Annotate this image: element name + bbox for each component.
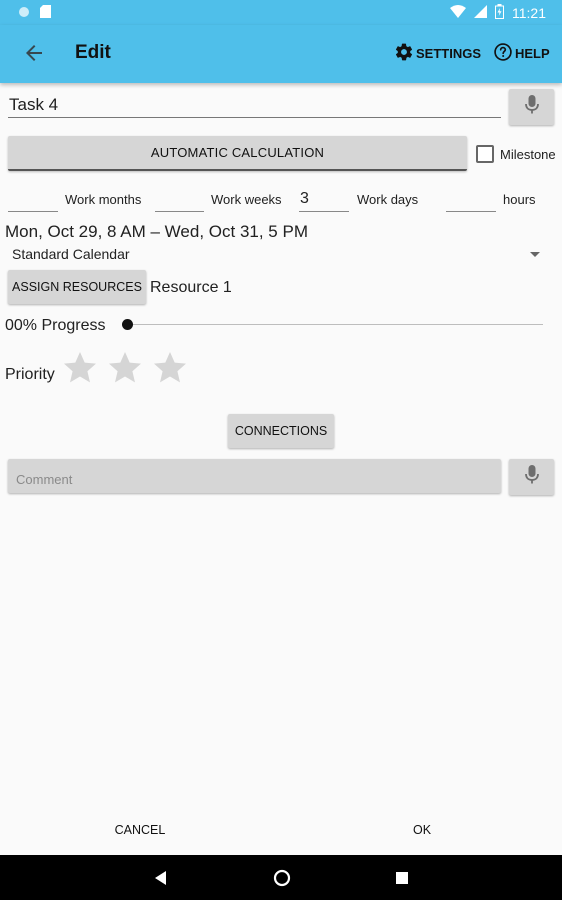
work-hours-input[interactable] — [446, 187, 496, 212]
gear-icon — [394, 42, 414, 65]
priority-label: Priority — [5, 366, 55, 383]
battery-icon — [495, 4, 504, 22]
settings-button[interactable]: SETTINGS — [394, 42, 481, 65]
help-label: HELP — [515, 46, 550, 61]
progress-track — [127, 324, 543, 325]
calendar-selected-value: Standard Calendar — [12, 246, 130, 262]
app-bar: Edit SETTINGS HELP — [0, 25, 562, 83]
signal-icon — [474, 5, 487, 21]
connections-button[interactable]: CONNECTIONS — [228, 414, 334, 448]
nav-recents-icon[interactable] — [391, 867, 413, 889]
cancel-button[interactable]: CANCEL — [90, 814, 190, 846]
wifi-icon — [450, 5, 466, 21]
nav-home-icon[interactable] — [271, 867, 293, 889]
sd-card-icon — [40, 5, 51, 23]
help-button[interactable]: HELP — [493, 42, 550, 65]
work-weeks-input[interactable] — [155, 187, 204, 212]
comment-input[interactable] — [8, 459, 501, 493]
ok-button[interactable]: OK — [372, 814, 472, 846]
assigned-resource-text: Resource 1 — [150, 279, 232, 296]
priority-star-icon[interactable] — [62, 350, 98, 386]
navigation-bar — [0, 855, 562, 900]
dropdown-arrow-icon — [530, 252, 540, 257]
back-arrow-icon[interactable] — [22, 41, 46, 65]
progress-slider[interactable] — [122, 314, 544, 334]
microphone-icon — [524, 464, 539, 490]
work-days-label: Work days — [357, 192, 419, 207]
priority-star-icon[interactable] — [152, 350, 188, 386]
date-range-text: Mon, Oct 29, 8 AM – Wed, Oct 31, 5 PM — [5, 222, 308, 241]
milestone-label: Milestone — [500, 147, 556, 162]
milestone-checkbox[interactable] — [476, 145, 494, 163]
question-circle-icon — [493, 42, 513, 65]
work-hours-label: hours — [503, 192, 536, 207]
microphone-icon — [524, 94, 539, 120]
notification-dot-icon — [18, 5, 30, 23]
nav-back-icon[interactable] — [150, 867, 172, 889]
automatic-calculation-button[interactable]: AUTOMATIC CALCULATION — [8, 136, 467, 171]
work-weeks-label: Work weeks — [211, 192, 282, 207]
priority-rating[interactable] — [62, 350, 188, 386]
assign-resources-button[interactable]: ASSIGN RESOURCES — [8, 270, 146, 304]
task-name-input[interactable] — [8, 92, 501, 118]
progress-thumb[interactable] — [122, 319, 133, 330]
work-months-label: Work months — [65, 192, 142, 207]
status-bar: 11:21 — [0, 0, 562, 25]
task-name-mic-button[interactable] — [509, 89, 554, 125]
calendar-dropdown[interactable]: Standard Calendar — [8, 244, 548, 266]
settings-label: SETTINGS — [416, 46, 482, 61]
page-title: Edit — [75, 42, 111, 63]
work-days-input[interactable] — [299, 187, 349, 212]
progress-label: 00% Progress — [5, 317, 106, 334]
comment-mic-button[interactable] — [509, 459, 554, 495]
status-time: 11:21 — [512, 5, 546, 21]
work-months-input[interactable] — [8, 187, 58, 212]
priority-star-icon[interactable] — [107, 350, 143, 386]
